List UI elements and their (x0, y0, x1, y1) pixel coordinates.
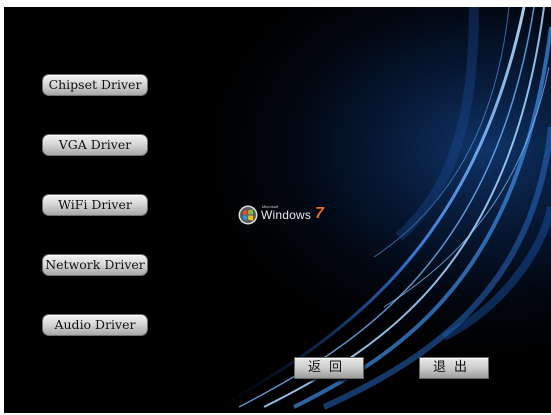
exit-button[interactable]: 退出 (419, 357, 489, 379)
vga-driver-button[interactable]: VGA Driver (42, 134, 148, 156)
chipset-driver-button[interactable]: Chipset Driver (42, 74, 148, 96)
windows-wordmark: Windows (261, 208, 312, 222)
audio-driver-button[interactable]: Audio Driver (42, 314, 148, 336)
installer-window: Chipset Driver VGA Driver WiFi Driver Ne… (4, 7, 551, 413)
windows-flag-icon (238, 205, 258, 225)
back-button[interactable]: 返回 (294, 357, 364, 379)
version-number: 7 (315, 205, 324, 222)
network-driver-button[interactable]: Network Driver (42, 254, 148, 276)
wifi-driver-button[interactable]: WiFi Driver (42, 194, 148, 216)
windows-7-logo: Microsoft Windows 7 (238, 202, 338, 228)
